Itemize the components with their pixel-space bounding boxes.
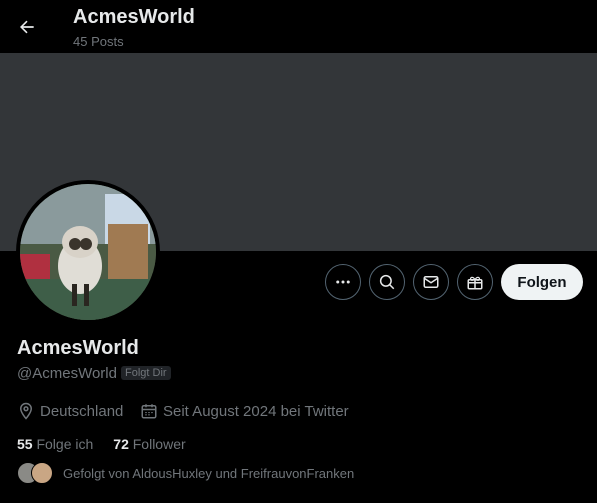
location: Deutschland xyxy=(17,402,123,420)
follow-button[interactable]: Folgen xyxy=(501,264,583,300)
back-arrow-icon xyxy=(20,20,34,34)
mutual-avatar-2 xyxy=(31,462,53,484)
join-date: Seit August 2024 bei Twitter xyxy=(140,402,349,420)
back-button[interactable] xyxy=(10,10,44,44)
message-button[interactable] xyxy=(413,264,449,300)
gift-button[interactable] xyxy=(457,264,493,300)
top-bar: AcmesWorld 45 Posts xyxy=(0,0,597,53)
mail-icon xyxy=(423,276,439,288)
following-count: 55 xyxy=(17,436,33,452)
profile-name: AcmesWorld xyxy=(17,337,139,359)
search-button[interactable] xyxy=(369,264,405,300)
followers-count: 72 xyxy=(113,436,129,452)
gift-icon xyxy=(467,276,483,290)
more-button[interactable] xyxy=(325,264,361,300)
following-label: Folge ich xyxy=(36,436,94,452)
followers-link[interactable]: 72 Follower xyxy=(113,436,185,452)
location-pin-icon xyxy=(19,402,33,420)
join-date-text: Seit August 2024 bei Twitter xyxy=(163,402,349,420)
calendar-icon xyxy=(141,404,157,419)
header-title: AcmesWorld xyxy=(73,6,195,28)
followed-by[interactable]: Gefolgt von AldousHuxley und Freifrauvon… xyxy=(17,462,354,484)
follow-stats: 55 Folge ich 72 Follower xyxy=(17,436,186,452)
following-link[interactable]: 55 Folge ich xyxy=(17,436,93,452)
follows-you-badge: Folgt Dir xyxy=(121,366,171,380)
more-icon xyxy=(336,280,350,284)
post-count: 45 Posts xyxy=(73,34,124,49)
profile-handle: @AcmesWorld xyxy=(17,365,117,382)
followers-label: Follower xyxy=(132,436,186,452)
followed-by-text: Gefolgt von AldousHuxley und Freifrauvon… xyxy=(63,465,355,481)
location-text: Deutschland xyxy=(40,402,124,420)
avatar[interactable] xyxy=(16,180,160,324)
search-icon xyxy=(379,274,395,290)
